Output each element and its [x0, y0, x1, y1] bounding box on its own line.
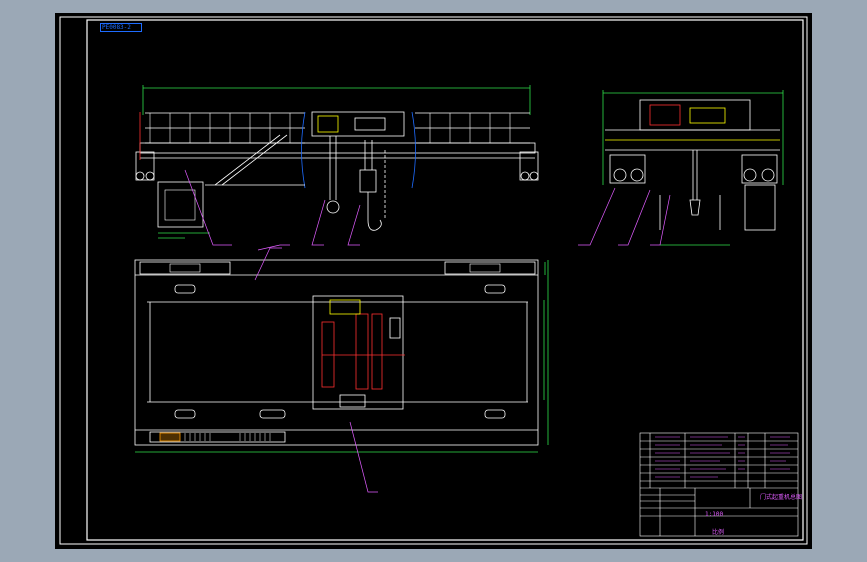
crane-elevation-view — [135, 85, 539, 251]
crane-plan-view — [134, 247, 549, 493]
title-block-drawing-name: 门式起重机总图 — [760, 494, 803, 501]
drawing-sheet — [59, 16, 808, 545]
cad-drawing-viewer: PE0083-2 门式起重机总图 1:100 比例 — [0, 0, 867, 562]
corner-drawing-tag: PE0083-2 — [100, 23, 142, 32]
crane-side-view — [578, 90, 784, 246]
title-block-material: 比例 — [712, 529, 725, 536]
title-block-table — [639, 432, 799, 537]
title-block-scale: 1:100 — [705, 511, 724, 518]
sheet-inner-border — [86, 19, 804, 541]
